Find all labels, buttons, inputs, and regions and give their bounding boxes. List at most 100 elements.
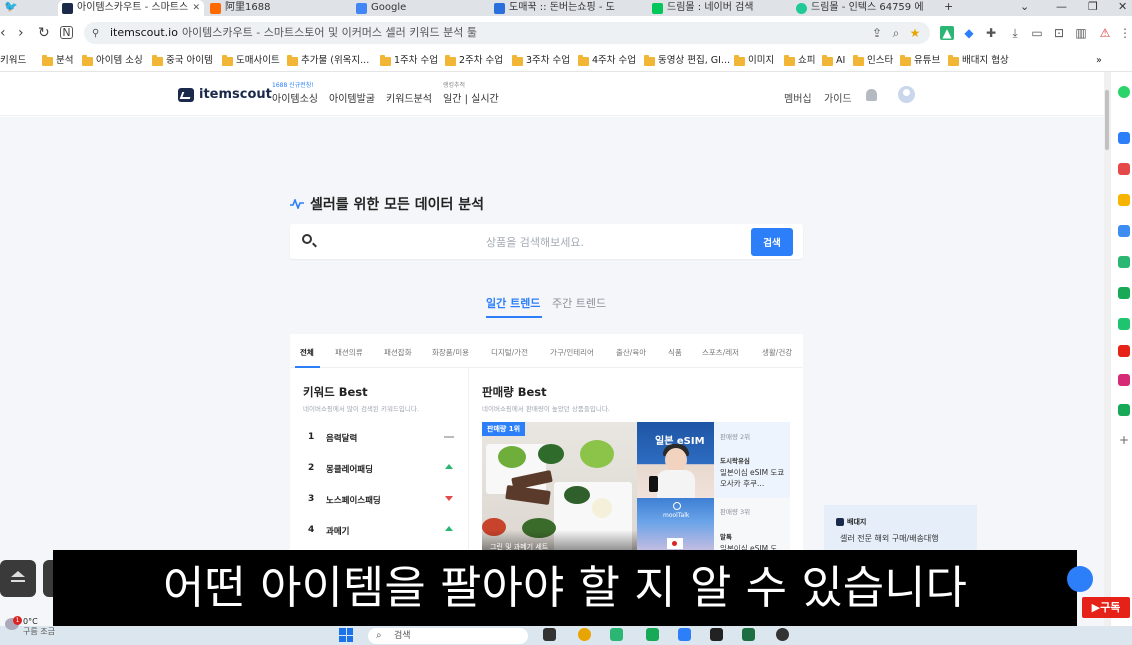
tab-itemscout[interactable]: 아이템스카우트 - 스마트스 ✕	[58, 0, 204, 16]
bell-icon[interactable]	[866, 89, 877, 101]
bookmark-folder[interactable]: 중국 아이템	[152, 54, 213, 68]
extension-green-icon[interactable]: ▲	[940, 26, 954, 40]
keyword-row[interactable]: 4 과메기	[290, 516, 468, 546]
extension-diamond-icon[interactable]: ◆	[962, 26, 976, 40]
keyword-row[interactable]: 3 노스페이스패딩	[290, 485, 468, 515]
windows-start-icon[interactable]	[339, 628, 353, 642]
cast-icon[interactable]: ▭	[1030, 26, 1044, 40]
bookmark-folder[interactable]: 배대지 협상	[948, 54, 1009, 68]
close-tab-icon[interactable]: ✕	[192, 1, 204, 15]
bookmark-folder[interactable]: 유튜브	[900, 54, 940, 68]
scrollbar-thumb[interactable]	[1105, 90, 1109, 150]
instagram-icon[interactable]	[1118, 374, 1130, 386]
naver-whale-icon[interactable]: N	[60, 26, 73, 39]
category-tab[interactable]: 전체	[300, 347, 314, 358]
category-tab[interactable]: 화장품/미용	[432, 347, 469, 358]
bookmark-folder[interactable]: 도매사이트	[222, 54, 280, 68]
search-input[interactable]	[330, 232, 740, 252]
extension-icon[interactable]	[1118, 132, 1130, 144]
bookmark-folder[interactable]: 이미지	[734, 54, 774, 68]
extension-icon[interactable]	[1118, 318, 1130, 330]
app-icon[interactable]	[646, 628, 659, 641]
back-icon[interactable]: ‹	[0, 24, 6, 42]
tab-domeggook[interactable]: 도매꾹 :: 돈버는쇼핑 - 도	[490, 0, 640, 16]
zoom-icon[interactable]: ⌕	[889, 26, 903, 40]
menu-icon[interactable]: ⋮	[1118, 26, 1132, 40]
membership-link[interactable]: 멤버십	[784, 90, 812, 105]
product-image-3[interactable]: moolTalk	[637, 498, 714, 557]
bookmark-folder[interactable]: 쇼피	[784, 54, 815, 68]
category-tab[interactable]: 식품	[668, 347, 682, 358]
app-icon[interactable]	[710, 628, 723, 641]
tab-google[interactable]: Google	[352, 0, 488, 16]
search-button[interactable]: 검색	[751, 228, 793, 256]
bookmark[interactable]: 키워드	[0, 54, 26, 68]
avatar[interactable]	[898, 86, 915, 103]
app-icon[interactable]	[678, 628, 691, 641]
reload-icon[interactable]: ↻	[38, 24, 50, 42]
app-icon[interactable]	[610, 628, 623, 641]
product-image-1[interactable]	[482, 422, 637, 557]
taskbar-search[interactable]: ⌕ 검색	[368, 628, 528, 644]
extension-icon[interactable]	[1118, 194, 1130, 206]
tab-1688[interactable]: 阿里1688	[206, 0, 348, 16]
bookmark-folder[interactable]: 동영상 편집, GI...	[644, 54, 730, 68]
tab-weekly-trend[interactable]: 주간 트렌드	[552, 295, 606, 311]
warning-icon[interactable]: ⚠	[1098, 26, 1112, 40]
extension-icon[interactable]	[1118, 404, 1130, 416]
forward-icon[interactable]: ›	[18, 24, 24, 42]
category-tab[interactable]: 패션의류	[335, 347, 363, 358]
new-tab-button[interactable]: +	[944, 0, 953, 14]
youtube-icon[interactable]	[1118, 345, 1130, 357]
nav-item-discovery[interactable]: 아이템발굴	[329, 90, 375, 105]
bookmark-folder[interactable]: 3주차 수업	[512, 54, 570, 68]
app-icon[interactable]	[776, 628, 789, 641]
site-info-icon[interactable]: ⚲	[92, 28, 99, 39]
product-rank-2[interactable]: 판매량 2위 도시락유심 일본이심 eSIM 도쿄 오사카 후쿠…	[714, 422, 790, 498]
product-rank-3[interactable]: 판매량 3위 말톡 일본이심 eSIM 도	[714, 498, 790, 557]
nav-item-sourcing[interactable]: 아이템소싱	[272, 90, 318, 105]
bookmark-folder[interactable]: 1주차 수업	[380, 54, 438, 68]
bookmark-folder[interactable]: 2주차 수업	[445, 54, 503, 68]
guide-link[interactable]: 가이드	[824, 90, 852, 105]
bookmark-folder[interactable]: 분석	[42, 54, 73, 68]
share-icon[interactable]: ⇪	[870, 26, 884, 40]
sidebar-toggle-icon[interactable]: ▥	[1074, 26, 1088, 40]
extensions-puzzle-icon[interactable]: ✚	[984, 26, 998, 40]
bookmark-folder[interactable]: 4주차 수업	[578, 54, 636, 68]
excel-icon[interactable]	[742, 628, 755, 641]
address-bar[interactable]: itemscout.io 아이템스카우트 - 스마트스토어 및 이커머스 셀러 키…	[84, 22, 930, 44]
extension-icon[interactable]	[1118, 86, 1130, 98]
extension-icon[interactable]	[1118, 256, 1130, 268]
add-icon[interactable]: +	[1118, 434, 1130, 446]
restore-icon[interactable]: ❐	[1088, 0, 1098, 14]
subscribe-button[interactable]: ▶구독	[1082, 597, 1130, 618]
tab-naver[interactable]: 드림몰 : 네이버 검색	[648, 0, 788, 16]
bookmark-folder[interactable]: 추가물 (위옥지...	[287, 54, 369, 68]
keyword-row[interactable]: 2 몽클레어패딩	[290, 454, 468, 484]
nav-item-keyword[interactable]: 키워드분석	[386, 90, 432, 105]
category-tab[interactable]: 스포츠/레저	[702, 347, 739, 358]
app-icon[interactable]	[578, 628, 591, 641]
category-tab[interactable]: 생활/건강	[762, 347, 792, 358]
itemscout-logo[interactable]: itemscout	[178, 87, 272, 102]
chat-icon[interactable]	[1067, 566, 1093, 592]
bookmark-folder[interactable]: AI	[822, 54, 845, 68]
close-window-icon[interactable]: ✕	[1118, 0, 1127, 14]
download-icon[interactable]: ⤓	[1008, 26, 1022, 40]
tab-dreammall[interactable]: 드림몰 - 인텍스 64759 에	[792, 0, 932, 16]
keyword-row[interactable]: 1 음력달력	[290, 423, 468, 453]
category-tab[interactable]: 디지털/가전	[491, 347, 528, 358]
tab-daily-trend[interactable]: 일간 트렌드	[486, 295, 540, 311]
extension-icon[interactable]	[1118, 287, 1130, 299]
nav-item-ranking[interactable]: 일간 | 실시간	[443, 90, 499, 105]
product-image-2[interactable]: 일본 eSIM	[637, 422, 714, 498]
bookmark-star-icon[interactable]: ★	[908, 26, 922, 40]
category-tab[interactable]: 패션잡화	[384, 347, 412, 358]
minimize-icon[interactable]: —	[1056, 0, 1067, 14]
screenshot-icon[interactable]: ⊡	[1052, 26, 1066, 40]
taskview-icon[interactable]	[543, 628, 556, 641]
bookmark-folder[interactable]: 인스타	[853, 54, 893, 68]
tab-search-chevron-icon[interactable]: ⌄	[1020, 0, 1029, 14]
more-bookmarks-button[interactable]: »	[1096, 54, 1102, 68]
